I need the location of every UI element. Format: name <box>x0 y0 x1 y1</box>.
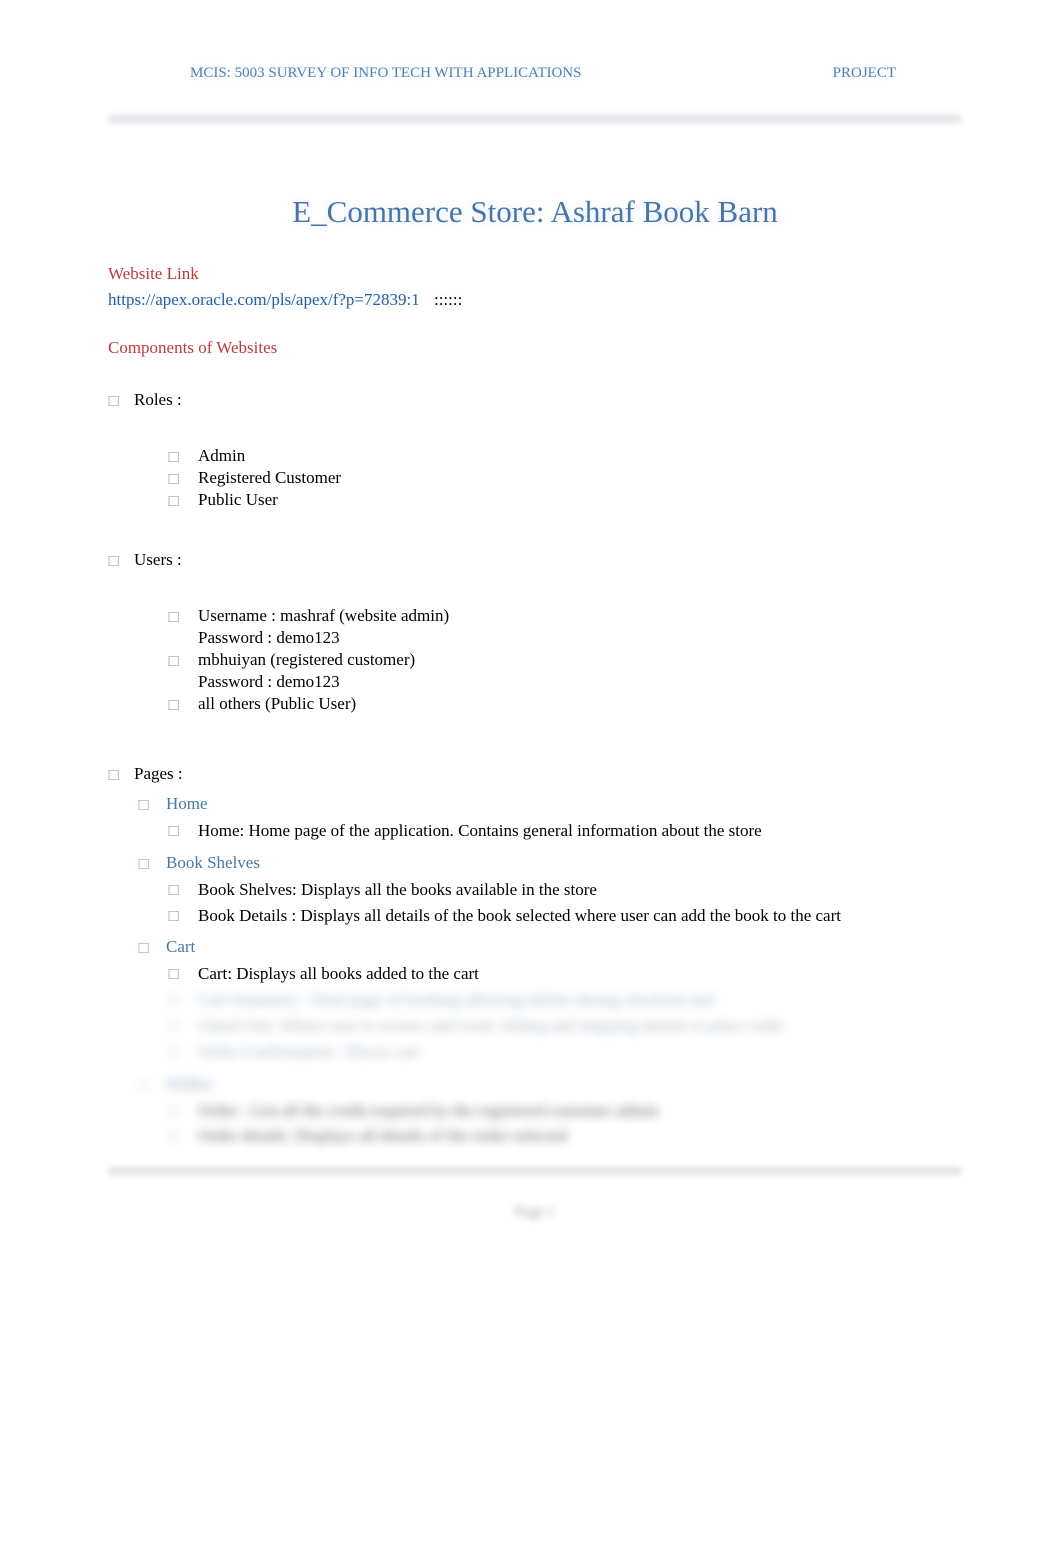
page-item: 🞎 Home: Home page of the application. Co… <box>168 819 962 843</box>
bullet-icon: 🞎 <box>168 822 198 842</box>
role-text: Public User <box>198 490 278 510</box>
roles-heading: 🞎 Roles : <box>108 390 962 410</box>
page-item: 🞎 Book Details : Displays all details of… <box>168 904 962 928</box>
user-entry: 🞎 mbhuiyan (registered customer) <box>168 650 962 670</box>
bullet-icon: 🞎 <box>168 881 198 901</box>
users-heading-text: Users : <box>134 550 182 570</box>
bullet-icon: 🞎 <box>168 1017 198 1037</box>
page-section-title: Orders <box>166 1074 212 1094</box>
page-item-text: Order Confirmation : Places cart <box>198 1040 962 1064</box>
role-item: 🞎 Public User <box>168 490 962 510</box>
role-item: 🞎 Admin <box>168 446 962 466</box>
page-section-title: Cart <box>166 937 195 957</box>
bullet-icon: 🞎 <box>168 449 198 466</box>
course-code: MCIS: 5003 SURVEY OF INFO TECH WITH APPL… <box>190 65 581 82</box>
bullet-icon: 🞎 <box>168 609 198 626</box>
page-section-cart: 🞎 Cart <box>138 937 962 957</box>
pages-heading: 🞎 Pages : <box>108 764 962 784</box>
bullet-icon: 🞎 <box>138 856 166 873</box>
page-item-blurred: 🞎 Order Confirmation : Places cart <box>168 1040 962 1064</box>
project-label: PROJECT <box>833 65 954 82</box>
page-item: 🞎 Cart: Displays all books added to the … <box>168 962 962 986</box>
role-item: 🞎 Registered Customer <box>168 468 962 488</box>
page-item-text: Order : List all the credit required by … <box>198 1099 962 1123</box>
user-entry: 🞎 Username : mashraf (website admin) <box>168 606 962 626</box>
bullet-icon: 🞎 <box>168 965 198 985</box>
user-line: all others (Public User) <box>198 694 356 714</box>
page-section-orders-blurred: 🞎 Orders 🞎 Order : List all the credit r… <box>108 1074 962 1149</box>
page-item: 🞎 Order : List all the credit required b… <box>168 1099 962 1123</box>
page-item-text: Home: Home page of the application. Cont… <box>198 819 962 843</box>
bullet-icon: 🞎 <box>138 797 166 814</box>
bullet-icon: 🞎 <box>168 1127 198 1147</box>
url-suffix: :::::: <box>434 290 462 309</box>
bullet-icon: 🞎 <box>108 553 134 570</box>
page-item-text: Check Out: Where user to review and work… <box>198 1014 962 1038</box>
page-item-blurred: 🞎 Cart Summary : Final page of booking a… <box>168 988 962 1012</box>
page-section-title: Home <box>166 794 208 814</box>
website-url[interactable]: https://apex.oracle.com/pls/apex/f?p=728… <box>108 290 420 309</box>
bullet-icon: 🞎 <box>108 767 134 784</box>
pages-heading-text: Pages : <box>134 764 183 784</box>
bullet-icon: 🞎 <box>168 907 198 927</box>
header-divider <box>108 114 962 124</box>
user-password-line: Password : demo123 <box>198 628 962 648</box>
bullet-icon: 🞎 <box>108 393 134 410</box>
role-text: Registered Customer <box>198 468 341 488</box>
page-section-title: Book Shelves <box>166 853 260 873</box>
page-item-text: Book Shelves: Displays all the books ava… <box>198 878 962 902</box>
page-item-text: Order details: Displays all details of t… <box>198 1124 962 1148</box>
page-section-orders: 🞎 Orders <box>138 1074 962 1094</box>
roles-heading-text: Roles : <box>134 390 182 410</box>
user-line: Username : mashraf (website admin) <box>198 606 449 626</box>
bullet-icon: 🞎 <box>168 991 198 1011</box>
page-item-text: Book Details : Displays all details of t… <box>198 904 962 928</box>
page-item: 🞎 Book Shelves: Displays all the books a… <box>168 878 962 902</box>
website-link-row: https://apex.oracle.com/pls/apex/f?p=728… <box>108 290 962 310</box>
bullet-icon: 🞎 <box>138 1077 166 1094</box>
user-password-line: Password : demo123 <box>198 672 962 692</box>
page-item-text: Cart Summary : Final page of booking all… <box>198 988 962 1012</box>
page-section-book-shelves: 🞎 Book Shelves <box>138 853 962 873</box>
page-item: 🞎 Order details: Displays all details of… <box>168 1124 962 1148</box>
website-link-label: Website Link <box>108 264 962 284</box>
footer-page-number: Page 1 <box>108 1204 962 1221</box>
bullet-icon: 🞎 <box>168 1043 198 1063</box>
bullet-icon: 🞎 <box>168 697 198 714</box>
document-page: MCIS: 5003 SURVEY OF INFO TECH WITH APPL… <box>0 0 1062 1281</box>
page-item-blurred: 🞎 Check Out: Where user to review and wo… <box>168 1014 962 1038</box>
bullet-icon: 🞎 <box>168 493 198 510</box>
page-section-home: 🞎 Home <box>138 794 962 814</box>
user-entry: 🞎 all others (Public User) <box>168 694 962 714</box>
bullet-icon: 🞎 <box>168 471 198 488</box>
user-line: mbhuiyan (registered customer) <box>198 650 415 670</box>
footer-divider <box>108 1166 962 1176</box>
role-text: Admin <box>198 446 245 466</box>
bullet-icon: 🞎 <box>168 1102 198 1122</box>
document-title: E_Commerce Store: Ashraf Book Barn <box>108 194 962 230</box>
page-header: MCIS: 5003 SURVEY OF INFO TECH WITH APPL… <box>108 65 962 86</box>
components-label: Components of Websites <box>108 338 962 358</box>
page-item-text: Cart: Displays all books added to the ca… <box>198 962 962 986</box>
bullet-icon: 🞎 <box>168 653 198 670</box>
users-heading: 🞎 Users : <box>108 550 962 570</box>
bullet-icon: 🞎 <box>138 940 166 957</box>
